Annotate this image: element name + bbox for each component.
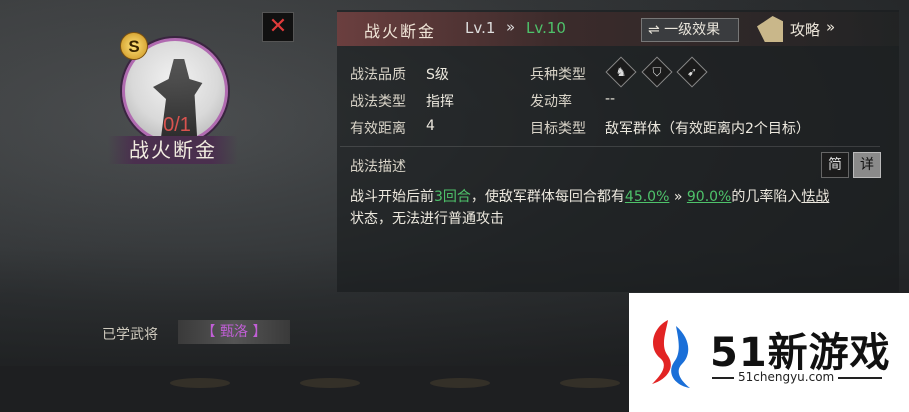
close-icon: ✕ (268, 14, 288, 39)
target-value: 敌军群体（有效距离内2个目标） (605, 121, 810, 137)
desc-arrow: » (669, 189, 687, 205)
type-value: 指挥 (426, 94, 454, 110)
rate-value: -- (605, 91, 616, 107)
range-value: 4 (426, 118, 435, 134)
learned-label: 已学武将 (102, 327, 158, 343)
type-label: 战法类型 (350, 94, 406, 110)
learned-general[interactable]: 【 甄洛 】 (178, 320, 290, 344)
tab-brief[interactable]: 简 (821, 152, 849, 178)
bottom-glow (560, 378, 620, 388)
effect-level-button[interactable]: ⇌ 一级效果 (641, 18, 739, 42)
bottom-glow (430, 378, 490, 388)
desc-seg-1: 战斗开始后前 (350, 189, 434, 205)
target-label: 目标类型 (530, 121, 586, 137)
divider (340, 146, 880, 147)
level-arrow: » (506, 18, 516, 36)
desc-rounds: 3回合 (434, 189, 471, 205)
watermark-logo-icon (652, 320, 690, 388)
desc-rate-2: 90.0% (686, 189, 732, 205)
bottom-glow (170, 378, 230, 388)
detail-panel (337, 10, 899, 292)
watermark-line-left (712, 377, 734, 379)
skill-name-plate: 战火断金 (108, 136, 238, 164)
skill-count: 0/1 (163, 114, 191, 136)
bottom-glow (300, 378, 360, 388)
close-button[interactable]: ✕ (262, 12, 294, 42)
troop-label: 兵种类型 (530, 67, 586, 83)
description-title: 战法描述 (350, 159, 406, 175)
rank-badge: S (120, 32, 148, 60)
quality-value: S级 (426, 67, 449, 83)
skill-title: 战火断金 (364, 22, 437, 41)
guide-link[interactable]: 攻略 (790, 19, 820, 40)
desc-seg-3: 的几率陷入 (731, 189, 802, 205)
desc-seg-2: ，使敌军群体每回合都有 (470, 189, 625, 205)
level-max: Lv.10 (526, 19, 566, 37)
guide-arrow[interactable]: » (826, 18, 835, 36)
desc-rate-1: 45.0% (624, 189, 670, 205)
quality-label: 战法品质 (350, 67, 406, 83)
watermark-url: 51chengyu.com (738, 370, 835, 384)
desc-seg-4: 状态，无法进行普通攻击 (350, 211, 504, 227)
desc-status[interactable]: 怯战 (801, 189, 829, 205)
range-label: 有效距离 (350, 121, 406, 137)
level-current: Lv.1 (465, 19, 496, 37)
description-text: 战斗开始后前3回合，使敌军群体每回合都有45.0% » 90.0%的几率陷入怯战… (350, 186, 882, 230)
tab-detail[interactable]: 详 (853, 152, 881, 178)
rate-label: 发动率 (530, 94, 572, 110)
watermark-line-right (838, 377, 882, 379)
